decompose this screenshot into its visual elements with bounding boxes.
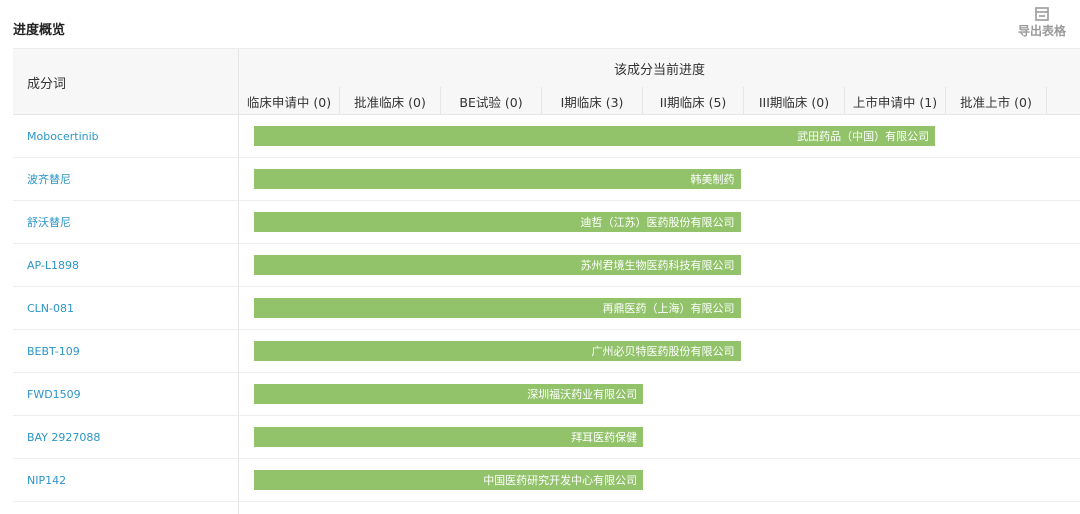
stage-header: 上市申请中 (1) [845,87,946,115]
table-row: BAY 2927088 拜耳医药保健 [13,416,1080,459]
stage-header: 临床申请中 (0) [239,87,340,115]
export-table-button[interactable]: 导出表格 [1018,7,1066,39]
drug-link[interactable]: Mobocertinib [13,115,239,157]
table-row: Mobocertinib 武田药品（中国）有限公司 [13,115,1080,158]
company-label: 拜耳医药保健 [571,431,638,444]
stage-header: 批准上市 (0) [946,87,1047,115]
progress-bar: 武田药品（中国）有限公司 [254,126,936,146]
table-row: AP-L1898 苏州君境生物医药科技有限公司 [13,244,1080,287]
table-row: 舒沃替尼 迪哲（江苏）医药股份有限公司 [13,201,1080,244]
column-divider [13,502,239,514]
column-group-title: 该成分当前进度 [613,62,705,78]
company-label: 韩美制药 [690,173,735,186]
table-body: Mobocertinib 武田药品（中国）有限公司波齐替尼 韩美制药舒沃替尼 迪哲（江… [13,115,1080,502]
drug-link[interactable]: BAY 2927088 [13,416,239,458]
company-label: 武田药品（中国）有限公司 [797,130,930,143]
stage-header: 批准临床 (0) [340,87,441,115]
page-title: 进度概览 [13,23,66,38]
drug-link[interactable]: CLN-081 [13,287,239,329]
progress-bar: 再鼎医药（上海）有限公司 [254,298,741,318]
company-label: 迪哲（江苏）医药股份有限公司 [580,216,735,229]
company-label: 深圳福沃药业有限公司 [527,388,638,401]
company-label: 中国医药研究开发中心有限公司 [483,474,638,487]
drug-link[interactable]: FWD1509 [13,373,239,415]
table-row: FWD1509 深圳福沃药业有限公司 [13,373,1080,416]
company-label: 再鼎医药（上海）有限公司 [602,302,735,315]
stage-headers: 临床申请中 (0) 批准临床 (0) BE试验 (0) I期临床 (3) II期临床 (… [239,87,1080,115]
progress-bar: 迪哲（江苏）医药股份有限公司 [254,212,741,232]
table-export-icon [1035,7,1049,21]
table-row: BEBT-109 广州必贝特医药股份有限公司 [13,330,1080,373]
progress-bar: 拜耳医药保健 [254,427,644,447]
export-label: 导出表格 [1017,24,1066,38]
drug-link[interactable]: AP-L1898 [13,244,239,286]
stage-header: 已 [1047,87,1080,115]
company-label: 苏州君境生物医药科技有限公司 [580,259,735,272]
table-row: NIP142 中国医药研究开发中心有限公司 [13,459,1080,502]
progress-table: 成分词 该成分当前进度 临床申请中 (0) 批准临床 (0) BE试验 (0) I期临… [13,48,1080,514]
drug-link[interactable]: 舒沃替尼 [13,201,239,243]
table-row: CLN-081 再鼎医药（上海）有限公司 [13,287,1080,330]
drug-link[interactable]: NIP142 [13,459,239,501]
stage-header: II期临床 (5) [643,87,744,115]
drug-link[interactable]: 波齐替尼 [13,158,239,200]
company-label: 广州必贝特医药股份有限公司 [591,345,735,358]
progress-bar: 深圳福沃药业有限公司 [254,384,644,404]
stage-header: I期临床 (3) [542,87,643,115]
table-row: 波齐替尼 韩美制药 [13,158,1080,201]
column-header-ingredient: 成分词 [13,49,239,115]
stage-header: BE试验 (0) [441,87,542,115]
progress-bar: 广州必贝特医药股份有限公司 [254,341,741,361]
progress-bar: 中国医药研究开发中心有限公司 [254,470,644,490]
drug-link[interactable]: BEBT-109 [13,330,239,372]
table-header: 成分词 该成分当前进度 临床申请中 (0) 批准临床 (0) BE试验 (0) I期临… [13,49,1080,115]
stage-header: III期临床 (0) [744,87,845,115]
progress-bar: 苏州君境生物医药科技有限公司 [254,255,741,275]
progress-bar: 韩美制药 [254,169,741,189]
